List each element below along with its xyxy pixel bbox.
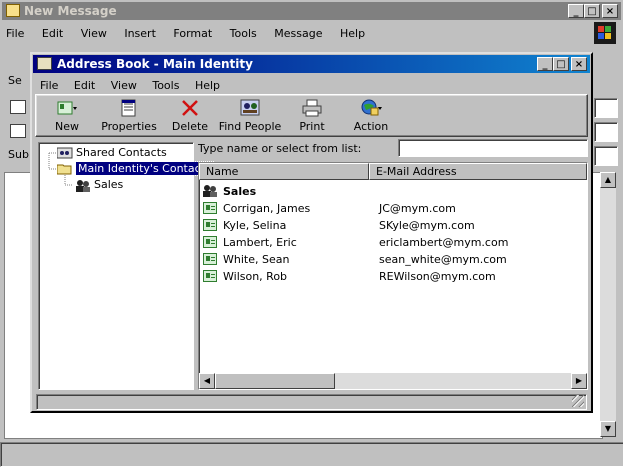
- search-input[interactable]: [398, 139, 588, 157]
- resize-grip[interactable]: [572, 395, 584, 407]
- list-item-group-sales[interactable]: Sales: [199, 183, 587, 200]
- properties-icon: [118, 98, 140, 118]
- find-people-button[interactable]: Find People: [218, 95, 282, 138]
- cc-field[interactable]: [594, 122, 618, 142]
- menu-edit[interactable]: Edit: [42, 24, 63, 44]
- scrollbar-thumb[interactable]: [215, 373, 335, 389]
- tree-item-main-identity[interactable]: Main Identity's Contacts: [56, 161, 214, 177]
- shared-folder-icon: [56, 147, 73, 159]
- group-icon: [75, 179, 91, 192]
- new-message-titlebar[interactable]: New Message: [2, 2, 621, 20]
- properties-button[interactable]: Properties: [98, 95, 160, 138]
- list-item[interactable]: Wilson, Rob REWilson@mym.com: [199, 268, 587, 285]
- new-message-menubar: File Edit View Insert Format Tools Messa…: [6, 24, 379, 44]
- contact-card-icon: [203, 270, 217, 282]
- ab-menu-file[interactable]: File: [40, 76, 58, 96]
- print-button[interactable]: Print: [292, 95, 332, 138]
- list-item[interactable]: Corrigan, James JC@mym.com: [199, 200, 587, 217]
- ab-menu-edit[interactable]: Edit: [74, 76, 95, 96]
- ab-close-button[interactable]: ×: [571, 57, 587, 71]
- nm-minimize-button[interactable]: _: [568, 4, 584, 18]
- editor-vertical-scrollbar[interactable]: ▲ ▼: [600, 172, 616, 437]
- ab-menu-view[interactable]: View: [111, 76, 137, 96]
- action-button[interactable]: Action: [348, 95, 394, 138]
- send-label: Se: [8, 74, 22, 87]
- subject-label: Sub: [8, 148, 29, 161]
- address-book-window: Address Book - Main Identity _ □ × File …: [30, 52, 593, 413]
- menu-tools[interactable]: Tools: [230, 24, 257, 44]
- windows-logo-icon: [594, 22, 616, 44]
- tree-item-shared-contacts[interactable]: Shared Contacts: [56, 145, 167, 161]
- menu-help[interactable]: Help: [340, 24, 365, 44]
- cc-book-icon[interactable]: [10, 124, 26, 138]
- new-message-title: New Message: [24, 4, 117, 18]
- action-globe-icon: [360, 98, 382, 118]
- menu-file[interactable]: File: [6, 24, 24, 44]
- contacts-list: Name E-Mail Address Sales Corrigan, Jame…: [198, 162, 588, 390]
- ab-menu-tools[interactable]: Tools: [152, 76, 179, 96]
- ab-minimize-button[interactable]: _: [537, 57, 553, 71]
- menu-message[interactable]: Message: [274, 24, 322, 44]
- contact-card-icon: [203, 219, 217, 231]
- address-book-toolbar: New Properties Delete Find People Print: [35, 94, 588, 137]
- scroll-left-button[interactable]: ◀: [199, 373, 215, 389]
- list-item[interactable]: Kyle, Selina SKyle@mym.com: [199, 217, 587, 234]
- scroll-up-button[interactable]: ▲: [600, 172, 616, 188]
- tree-item-sales[interactable]: Sales: [75, 177, 123, 193]
- new-message-statusbar: [0, 442, 623, 467]
- folder-tree: Shared Contacts Main Identity's Contacts…: [38, 142, 214, 390]
- column-name[interactable]: Name: [199, 163, 369, 180]
- contact-card-icon: [203, 202, 217, 214]
- new-contact-icon: [56, 98, 78, 118]
- address-book-titlebar[interactable]: Address Book - Main Identity: [33, 55, 590, 73]
- scroll-right-button[interactable]: ▶: [571, 373, 587, 389]
- scroll-down-button[interactable]: ▼: [600, 421, 616, 437]
- menu-insert[interactable]: Insert: [124, 24, 156, 44]
- ab-menu-help[interactable]: Help: [195, 76, 220, 96]
- contact-card-icon: [203, 236, 217, 248]
- envelope-icon: [6, 4, 20, 17]
- delete-button[interactable]: Delete: [170, 95, 210, 138]
- list-item[interactable]: White, Sean sean_white@mym.com: [199, 251, 587, 268]
- group-icon: [203, 184, 217, 198]
- printer-icon: [301, 98, 323, 118]
- column-email[interactable]: E-Mail Address: [369, 163, 587, 180]
- address-book-title: Address Book - Main Identity: [57, 57, 253, 71]
- address-book-statusbar: [36, 394, 587, 410]
- find-people-icon: [239, 98, 261, 118]
- to-book-icon[interactable]: [10, 100, 26, 114]
- menu-format[interactable]: Format: [173, 24, 212, 44]
- list-horizontal-scrollbar[interactable]: ◀ ▶: [199, 373, 587, 389]
- subject-field[interactable]: [594, 146, 618, 166]
- address-book-menubar: File Edit View Tools Help: [40, 76, 232, 94]
- contact-card-icon: [203, 253, 217, 265]
- list-header: Name E-Mail Address: [199, 163, 587, 180]
- nm-maximize-button[interactable]: □: [584, 4, 600, 18]
- delete-x-icon: [179, 98, 201, 118]
- to-field[interactable]: [594, 98, 618, 118]
- new-button[interactable]: New: [44, 95, 90, 138]
- nm-close-button[interactable]: ×: [602, 4, 618, 18]
- search-label: Type name or select from list:: [198, 142, 362, 155]
- menu-view[interactable]: View: [81, 24, 107, 44]
- open-folder-icon: [56, 163, 73, 175]
- address-book-icon: [37, 57, 52, 70]
- list-item[interactable]: Lambert, Eric ericlambert@mym.com: [199, 234, 587, 251]
- ab-maximize-button[interactable]: □: [553, 57, 569, 71]
